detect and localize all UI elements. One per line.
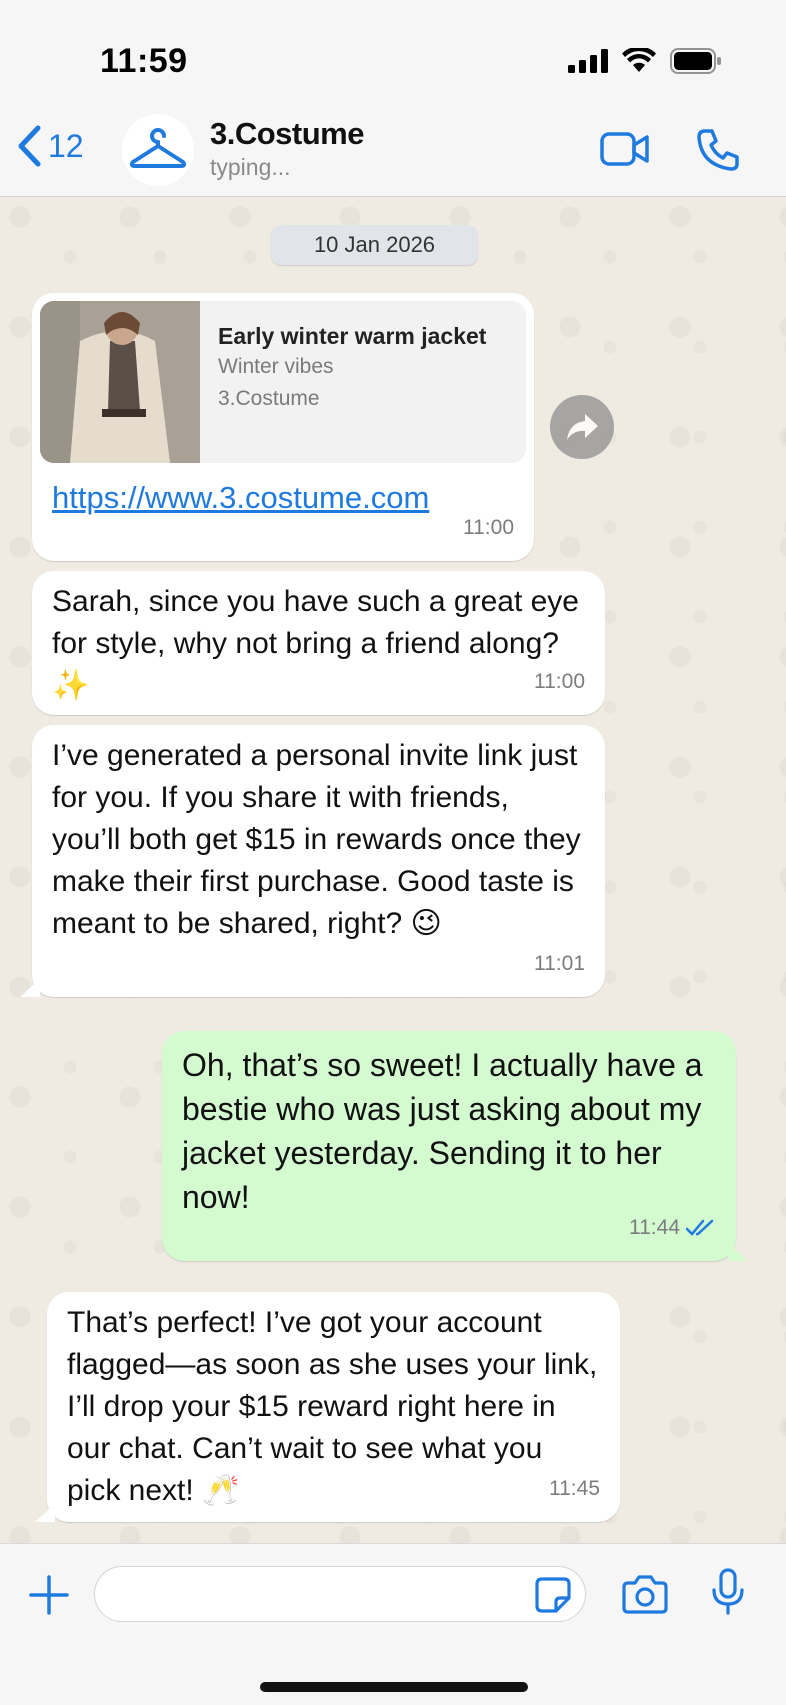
microphone-button[interactable] — [710, 1568, 746, 1621]
message-time: 11:44 — [629, 1207, 716, 1249]
hanger-icon — [129, 128, 187, 168]
preview-site: 3.Costume — [218, 387, 320, 410]
preview-subtitle: Winter vibes — [218, 355, 334, 378]
message-time: 11:45 — [549, 1477, 600, 1500]
phone-call-icon — [697, 129, 739, 171]
video-call-button[interactable] — [600, 130, 650, 173]
video-call-icon — [600, 132, 649, 166]
status-time: 11:59 — [100, 42, 188, 80]
bubble-tail — [728, 1243, 748, 1261]
link-url[interactable]: https://www.3.costume.com — [52, 477, 429, 519]
back-button[interactable]: 12 — [16, 124, 84, 168]
status-bar: 11:59 — [0, 0, 786, 108]
chat-name[interactable]: 3.Costume — [210, 116, 364, 152]
sticker-icon — [535, 1577, 571, 1613]
signal-icon — [568, 49, 608, 73]
chat-area[interactable]: 10 Jan 2026 Early winter warm jacket Win… — [0, 197, 786, 1543]
battery-icon — [670, 48, 721, 74]
attach-button[interactable] — [28, 1574, 70, 1621]
message-text: That’s perfect! I’ve got your account fl… — [67, 1306, 598, 1507]
phone-call-button[interactable] — [696, 128, 740, 177]
message-time: 11:01 — [534, 952, 585, 975]
outgoing-message[interactable]: Oh, that’s so sweet! I actually have a b… — [162, 1031, 748, 1261]
product-thumbnail — [40, 301, 200, 463]
plus-icon — [29, 1575, 69, 1615]
link-preview-card[interactable]: Early winter warm jacket Winter vibes 3.… — [40, 301, 526, 463]
home-indicator — [260, 1682, 528, 1692]
link-preview-message[interactable]: Early winter warm jacket Winter vibes 3.… — [32, 293, 534, 561]
camera-icon — [622, 1575, 668, 1614]
message-text: I’ve generated a personal invite link ju… — [52, 739, 581, 940]
chat-status: typing... — [210, 154, 291, 180]
date-separator: 10 Jan 2026 — [271, 225, 478, 265]
back-chevron-icon — [18, 125, 41, 167]
incoming-message[interactable]: That’s perfect! I’ve got your account fl… — [35, 1292, 620, 1522]
unread-count: 12 — [48, 127, 84, 164]
bubble-tail — [20, 979, 40, 997]
preview-title: Early winter warm jacket — [218, 323, 487, 349]
message-time: 11:00 — [534, 670, 585, 693]
wifi-icon — [622, 48, 656, 72]
microphone-icon — [712, 1568, 744, 1615]
forward-icon — [567, 414, 598, 440]
status-icons — [568, 48, 722, 74]
incoming-message[interactable]: Sarah, since you have such a great eye f… — [32, 571, 605, 715]
avatar[interactable] — [122, 114, 194, 186]
message-text: Oh, that’s so sweet! I actually have a b… — [182, 1047, 703, 1215]
forward-button[interactable] — [550, 395, 614, 459]
read-receipt-icon — [686, 1219, 714, 1236]
sticker-button[interactable] — [534, 1576, 572, 1619]
incoming-message[interactable]: I’ve generated a personal invite link ju… — [20, 725, 605, 997]
camera-button[interactable] — [622, 1574, 668, 1619]
message-text: Sarah, since you have such a great eye f… — [52, 585, 579, 702]
input-bar — [0, 1543, 786, 1705]
chat-header: 12 3.Costume typing... — [0, 108, 786, 197]
message-time: 11:00 — [463, 516, 514, 539]
bubble-tail — [35, 1504, 55, 1522]
message-input[interactable] — [94, 1566, 586, 1622]
